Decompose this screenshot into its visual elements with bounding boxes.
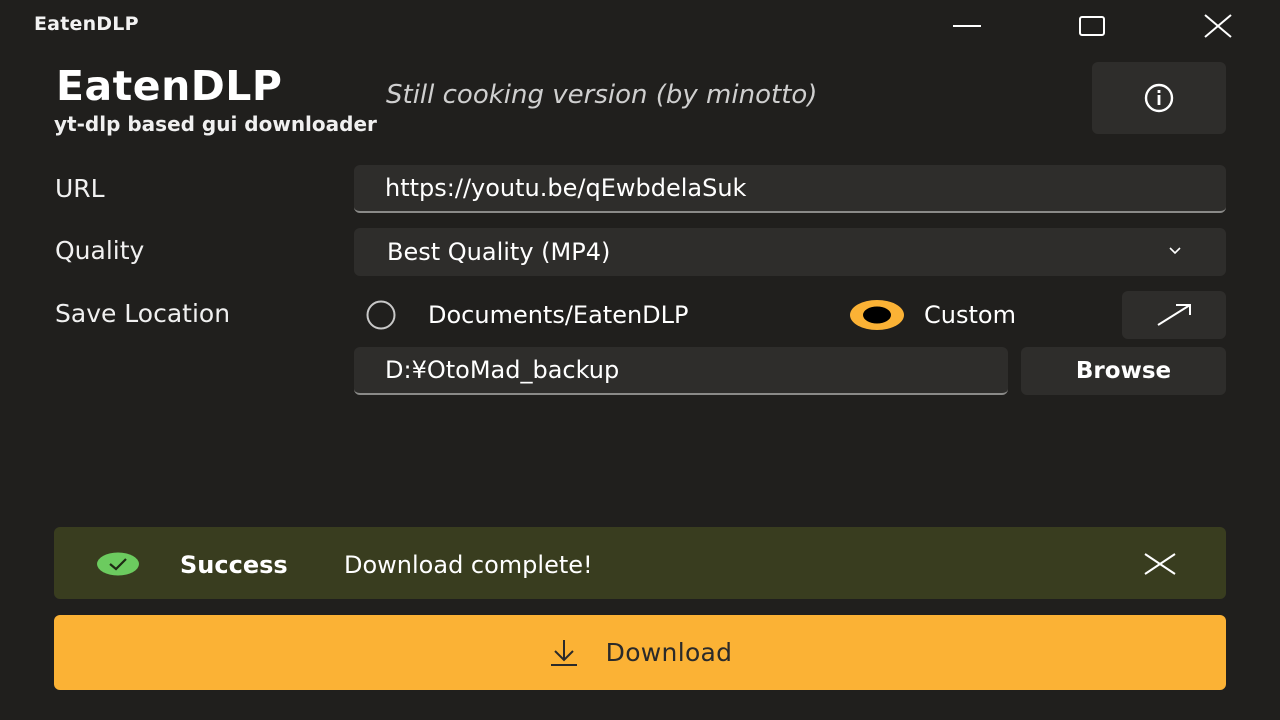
chevron-down-icon	[1169, 247, 1181, 255]
info-icon	[1144, 83, 1174, 113]
custom-path-input[interactable]: D:¥OtoMad_backup	[354, 347, 1008, 395]
quality-label: Quality	[55, 236, 145, 265]
minimize-icon	[953, 25, 981, 27]
maximize-icon	[1079, 16, 1105, 36]
download-icon	[548, 639, 580, 667]
maximize-button[interactable]	[1060, 0, 1124, 52]
close-icon	[1144, 553, 1176, 575]
url-label: URL	[55, 174, 105, 203]
app-subtitle: yt-dlp based gui downloader	[54, 112, 377, 136]
minimize-button[interactable]	[935, 0, 999, 52]
close-icon	[1204, 14, 1232, 38]
save-location-label: Save Location	[55, 299, 231, 328]
arrow-up-right-icon	[1157, 304, 1191, 326]
app-title: EatenDLP	[56, 62, 283, 110]
quality-dropdown[interactable]: Best Quality (MP4)	[354, 228, 1226, 276]
app-window: EatenDLP EatenDLP Still cooking version …	[0, 0, 1280, 720]
radio-documents-label: Documents/EatenDLP	[428, 301, 689, 329]
open-folder-button[interactable]	[1122, 291, 1226, 339]
infobar-title: Success	[180, 551, 288, 579]
radio-checked-icon	[850, 300, 904, 330]
custom-path-value: D:¥OtoMad_backup	[385, 356, 620, 384]
radio-documents-eatendlp[interactable]: Documents/EatenDLP	[352, 298, 689, 332]
url-input[interactable]: https://youtu.be/qEwbdelaSuk	[354, 165, 1226, 213]
radio-circle-checked	[848, 298, 904, 332]
radio-custom-label: Custom	[924, 301, 1016, 329]
radio-circle-unchecked	[352, 298, 408, 332]
window-title: EatenDLP	[34, 13, 139, 35]
info-button[interactable]	[1092, 62, 1226, 134]
quality-selected-value: Best Quality (MP4)	[387, 238, 611, 266]
check-circle-icon	[97, 552, 139, 576]
browse-button[interactable]: Browse	[1021, 347, 1226, 395]
infobar-close-button[interactable]	[1138, 546, 1182, 582]
infobar-message: Download complete!	[344, 551, 593, 579]
close-window-button[interactable]	[1186, 0, 1250, 52]
radio-unchecked-icon	[366, 300, 396, 330]
radio-custom[interactable]: Custom	[848, 298, 1016, 332]
download-button[interactable]: Download	[54, 615, 1226, 690]
url-value: https://youtu.be/qEwbdelaSuk	[385, 174, 747, 202]
download-label: Download	[605, 638, 733, 667]
app-tagline: Still cooking version (by minotto)	[386, 80, 818, 110]
